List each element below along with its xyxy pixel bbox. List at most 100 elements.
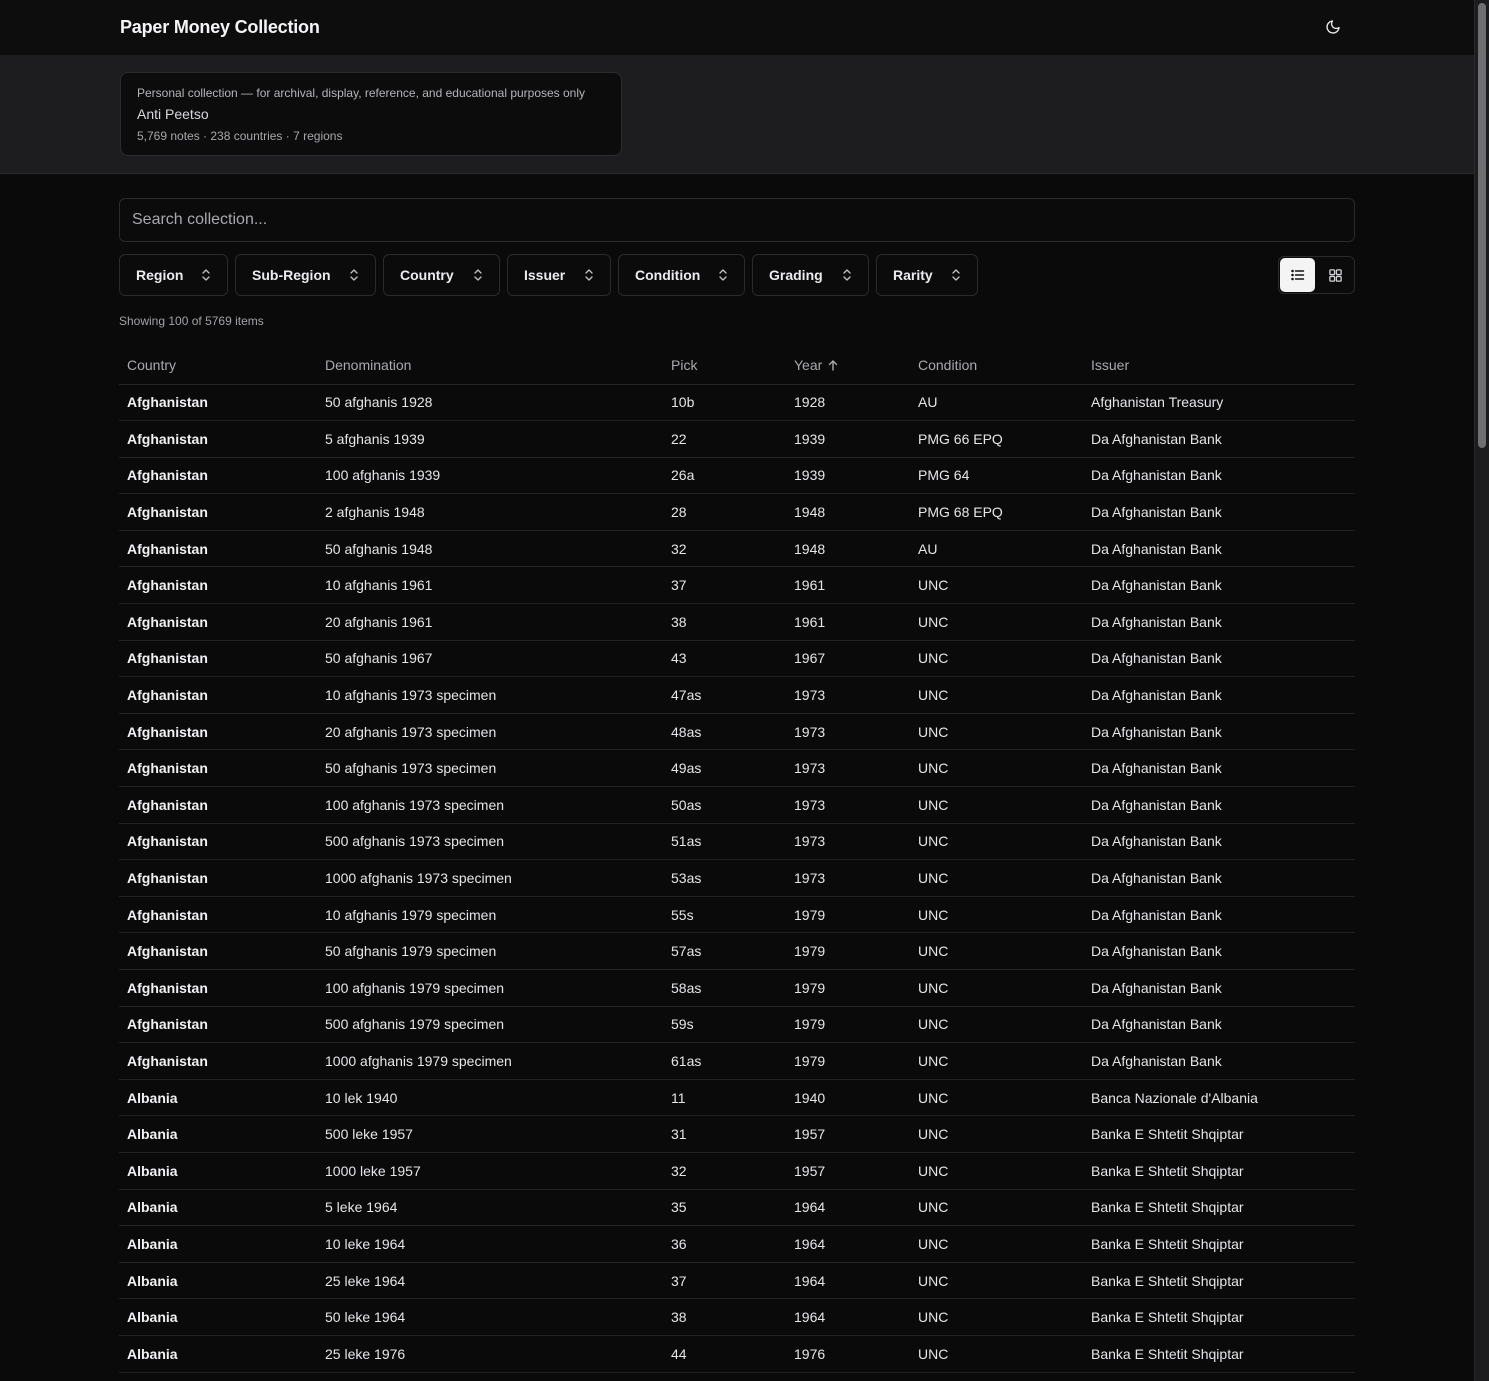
cell-denomination: 50 leke 1964 [317,1298,663,1336]
search-input[interactable] [119,198,1355,242]
list-view-button[interactable] [1280,258,1315,292]
column-header-year[interactable]: Year [786,346,910,385]
table-row[interactable]: Afghanistan 50 afghanis 1928 10b 1928 AU Afgh… [119,384,1355,422]
cell-condition: UNC [910,603,1083,641]
cell-denomination: 10 lek 1940 [317,1079,663,1117]
cell-country: Afghanistan [119,969,317,1007]
filter-country[interactable]: Country [383,254,500,296]
table-row[interactable]: Albania 50 leke 1964 38 1964 UNC Banka E Shte… [119,1298,1355,1336]
cell-country: Afghanistan [119,896,317,934]
table-row[interactable]: Afghanistan 100 afghanis 1973 specimen 50a… [119,786,1355,824]
chevron-up-down-icon [202,269,210,281]
cell-denomination: 1000 leke 1957 [317,1152,663,1190]
table-row[interactable]: Albania 10 lek 1940 11 1940 UNC Banca Naziona… [119,1079,1355,1117]
filter-issuer[interactable]: Issuer [507,254,611,296]
cell-denomination: 1000 afghanis 1979 specimen [317,1042,663,1080]
table-body: Afghanistan 50 afghanis 1928 10b 1928 AU Afgh… [119,384,1355,1373]
table-row[interactable]: Afghanistan 2 afghanis 1948 28 1948 PMG 68 E… [119,493,1355,531]
scrollbar[interactable] [1474,0,1489,1381]
cell-condition: UNC [910,1079,1083,1117]
table-row[interactable]: Afghanistan 100 afghanis 1939 26a 1939 PMG 6… [119,457,1355,495]
cell-country: Afghanistan [119,1042,317,1080]
table-row[interactable]: Afghanistan 20 afghanis 1961 38 1961 UNC Da A… [119,603,1355,641]
cell-issuer: Da Afghanistan Bank [1083,1042,1355,1080]
filter-condition[interactable]: Condition [618,254,745,296]
cell-pick: 36 [663,1225,786,1263]
cell-year: 1957 [786,1152,910,1190]
table-row[interactable]: Afghanistan 20 afghanis 1973 specimen 48as… [119,713,1355,751]
cell-denomination: 10 leke 1964 [317,1225,663,1263]
table-row[interactable]: Albania 25 leke 1976 44 1976 UNC Banka E Shte… [119,1335,1355,1373]
table-row[interactable]: Afghanistan 500 afghanis 1973 specimen 51a… [119,823,1355,861]
cell-pick: 11 [663,1079,786,1117]
cell-issuer: Da Afghanistan Bank [1083,603,1355,641]
column-header-pick[interactable]: Pick [663,346,786,385]
cell-denomination: 5 leke 1964 [317,1189,663,1227]
table-row[interactable]: Afghanistan 10 afghanis 1961 37 1961 UNC Da A… [119,566,1355,605]
cell-pick: 28 [663,493,786,531]
cell-pick: 58as [663,969,786,1007]
cell-pick: 49as [663,749,786,788]
cell-year: 1973 [786,859,910,897]
cell-pick: 61as [663,1042,786,1080]
filter-region[interactable]: Region [119,254,228,296]
cell-year: 1948 [786,530,910,568]
cell-issuer: Da Afghanistan Bank [1083,713,1355,751]
cell-year: 1973 [786,823,910,861]
table-row[interactable]: Afghanistan 50 afghanis 1948 32 1948 AU Da Af… [119,530,1355,568]
table-row[interactable]: Afghanistan 10 afghanis 1973 specimen 47as… [119,676,1355,714]
cell-denomination: 50 afghanis 1979 specimen [317,932,663,970]
grid-view-button[interactable] [1318,258,1353,292]
table-row[interactable]: Afghanistan 50 afghanis 1967 43 1967 UNC Da A… [119,640,1355,678]
column-header-condition[interactable]: Condition [910,346,1083,385]
theme-toggle-button[interactable] [1320,14,1346,40]
table-row[interactable]: Afghanistan 1000 afghanis 1973 specimen 53… [119,859,1355,897]
collection-stats: 5,769 notes · 238 countries · 7 regions [137,129,343,143]
table-row[interactable]: Albania 10 leke 1964 36 1964 UNC Banka E Shte… [119,1225,1355,1263]
filter-label: Region [136,267,184,283]
cell-issuer: Da Afghanistan Bank [1083,823,1355,861]
cell-denomination: 10 afghanis 1961 [317,566,663,605]
cell-country: Afghanistan [119,932,317,970]
filter-rarity[interactable]: Rarity [876,254,978,296]
table-row[interactable]: Albania 25 leke 1964 37 1964 UNC Banka E Shte… [119,1262,1355,1300]
column-header-denomination[interactable]: Denomination [317,346,663,385]
cell-country: Afghanistan [119,859,317,897]
table-row[interactable]: Afghanistan 1000 afghanis 1979 specimen 61… [119,1042,1355,1080]
column-header-label: Issuer [1091,356,1130,373]
cell-country: Afghanistan [119,713,317,751]
column-header-label: Denomination [325,356,412,373]
collection-header: Personal collection — for archival, disp… [0,56,1474,174]
table-row[interactable]: Afghanistan 50 afghanis 1979 specimen 57as… [119,932,1355,970]
cell-denomination: 5 afghanis 1939 [317,420,663,458]
cell-denomination: 20 afghanis 1973 specimen [317,713,663,751]
table-row[interactable]: Afghanistan 500 afghanis 1979 specimen 59s… [119,1006,1355,1044]
chevron-up-down-icon [474,269,482,281]
filter-label: Grading [769,267,823,283]
cell-pick: 35 [663,1189,786,1227]
cell-pick: 50as [663,786,786,824]
table-row[interactable]: Albania 5 leke 1964 35 1964 UNC Banka E Shtet… [119,1189,1355,1227]
cell-country: Afghanistan [119,530,317,568]
cell-issuer: Da Afghanistan Bank [1083,1006,1355,1044]
cell-denomination: 50 afghanis 1973 specimen [317,749,663,788]
cell-condition: UNC [910,823,1083,861]
table-row[interactable]: Albania 500 leke 1957 31 1957 UNC Banka E Sht… [119,1115,1355,1153]
column-header-issuer[interactable]: Issuer [1083,346,1355,385]
cell-issuer: Banka E Shtetit Shqiptar [1083,1262,1355,1300]
table-row[interactable]: Afghanistan 50 afghanis 1973 specimen 49as… [119,749,1355,788]
cell-denomination: 20 afghanis 1961 [317,603,663,641]
cell-denomination: 10 afghanis 1973 specimen [317,676,663,714]
cell-year: 1964 [786,1225,910,1263]
table-row[interactable]: Afghanistan 5 afghanis 1939 22 1939 PMG 66 E… [119,420,1355,458]
scrollbar-thumb[interactable] [1478,3,1486,448]
table-row[interactable]: Afghanistan 100 afghanis 1979 specimen 58a… [119,969,1355,1007]
filter-sub-region[interactable]: Sub-Region [235,254,376,296]
cell-year: 1973 [786,749,910,788]
column-header-country[interactable]: Country [119,346,317,385]
cell-condition: UNC [910,1262,1083,1300]
filter-grading[interactable]: Grading [752,254,869,296]
table-row[interactable]: Albania 1000 leke 1957 32 1957 UNC Banka E Sh… [119,1152,1355,1190]
cell-denomination: 25 leke 1964 [317,1262,663,1300]
table-row[interactable]: Afghanistan 10 afghanis 1979 specimen 55s 1… [119,896,1355,934]
